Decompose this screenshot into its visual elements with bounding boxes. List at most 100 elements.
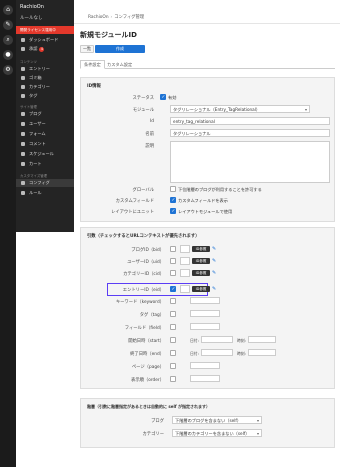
sidebar-item-schedule[interactable]: スケジュール: [16, 150, 74, 158]
start-time-label: 時刻:: [237, 338, 246, 343]
blog-icon: [21, 112, 25, 116]
scope-category-select[interactable]: 下階層のカテゴリーを含まない（self） ▾: [172, 429, 262, 437]
arg-input-page[interactable]: [190, 362, 220, 369]
cart-icon: [21, 162, 25, 166]
arg-label-keyword: キーワード（keyword）: [115, 300, 164, 305]
sidebar-item-rule[interactable]: ルール: [16, 189, 74, 197]
folder-icon: [21, 85, 25, 89]
arg-input-order[interactable]: [190, 375, 220, 382]
layout-checkbox[interactable]: [170, 208, 176, 214]
arg-label-field: フィールド（field）: [124, 326, 164, 331]
sidebar-item-approval[interactable]: 承認 4: [16, 45, 74, 53]
arg-checkbox-tag[interactable]: [170, 311, 176, 317]
home-icon[interactable]: ⌂: [3, 5, 13, 15]
sidebar-item-comment[interactable]: コメント: [16, 140, 74, 148]
arg-checkbox-order[interactable]: [170, 376, 176, 382]
create-button[interactable]: 作成: [95, 45, 145, 53]
breadcrumb-site[interactable]: RachioOn: [88, 15, 109, 20]
arg-checkbox-end[interactable]: [170, 350, 176, 356]
arg-input-field[interactable]: [190, 323, 220, 330]
description-textarea[interactable]: [170, 141, 330, 183]
id-input[interactable]: entry_tag_relational: [170, 117, 330, 125]
tab-custom[interactable]: カスタム設定: [104, 60, 135, 69]
sidebar-item-form[interactable]: フォーム: [16, 130, 74, 138]
arg-checkbox-page[interactable]: [170, 363, 176, 369]
name-input[interactable]: タグリレーショナル: [170, 129, 330, 137]
global-label: グローバル: [132, 188, 154, 193]
id-reference-button[interactable]: ID参照: [192, 258, 210, 264]
arg-label-cid: カテゴリーID（cid）: [123, 272, 164, 277]
arg-input-eid[interactable]: [180, 285, 190, 293]
id-label: Id: [150, 119, 154, 124]
search-icon[interactable]: ⌕: [3, 35, 13, 45]
args-heading: 引数（チェックするとURLコンテキストが優先されます）: [87, 234, 200, 239]
arg-input-bid[interactable]: [180, 245, 190, 253]
id-reference-button[interactable]: ID参照: [192, 286, 210, 292]
breadcrumb-config[interactable]: コンフィグ管理: [114, 15, 144, 20]
form-icon: [21, 132, 25, 136]
sidebar-item-cart[interactable]: カート: [16, 160, 74, 168]
chevron-down-icon: ▾: [304, 107, 307, 112]
site-name[interactable]: RachioOn: [20, 4, 44, 10]
sidebar-group-customize: カスタマイズ管理: [20, 174, 48, 178]
arg-checkbox-start[interactable]: [170, 337, 176, 343]
id-reference-button[interactable]: ID参照: [192, 246, 210, 252]
start-time-input[interactable]: [248, 336, 276, 343]
page-title: 新規モジュールID: [80, 31, 137, 39]
sidebar-group-content: コンテンツ: [20, 60, 37, 64]
arg-checkbox-eid[interactable]: [170, 286, 176, 292]
scope-blog-select[interactable]: 下階層のブログを含まない（self） ▾: [172, 416, 262, 424]
status-label: ステータス: [132, 96, 154, 101]
sidebar-item-category[interactable]: カテゴリー: [16, 83, 74, 91]
rule-selector[interactable]: ルールなし: [20, 15, 43, 21]
icon-rail: ⌂ ✎ ⌕ ● ⚙: [0, 0, 16, 467]
back-to-list-button[interactable]: 一覧: [80, 45, 94, 53]
arg-input-tag[interactable]: [190, 310, 220, 317]
end-date-input[interactable]: [201, 349, 233, 356]
arg-input-cid[interactable]: [180, 269, 190, 277]
status-checkbox[interactable]: [160, 94, 166, 100]
sidebar-item-user[interactable]: ユーザー: [16, 120, 74, 128]
edit-icon[interactable]: ✎: [212, 258, 218, 264]
sidebar-item-entry[interactable]: エントリー: [16, 65, 74, 73]
custom-field-checkbox[interactable]: [170, 197, 176, 203]
tab-conditions[interactable]: 条件設定: [80, 60, 105, 69]
entry-icon: [21, 67, 25, 71]
user-icon[interactable]: ●: [3, 50, 13, 60]
end-time-input[interactable]: [248, 349, 276, 356]
custom-field-label: カスタムフィールド: [115, 199, 154, 204]
tag-icon: [21, 94, 25, 98]
status-value: 有効: [168, 95, 177, 100]
arg-checkbox-keyword[interactable]: [170, 298, 176, 304]
sidebar-item-trash[interactable]: ゴミ箱: [16, 74, 74, 82]
sidebar-item-blog[interactable]: ブログ: [16, 110, 74, 118]
name-label: 名前: [145, 132, 154, 137]
license-warning[interactable]: 開発ライセンス運用中: [16, 26, 74, 34]
start-date-input[interactable]: [201, 336, 233, 343]
arg-label-start: 開始日時（start）: [128, 339, 164, 344]
tab-bar: 条件設定 カスタム設定: [80, 60, 335, 69]
user-icon: [21, 122, 25, 126]
arg-input-uid[interactable]: [180, 257, 190, 265]
arg-input-keyword[interactable]: [190, 297, 220, 304]
pen-icon[interactable]: ✎: [3, 20, 13, 30]
arg-checkbox-cid[interactable]: [170, 270, 176, 276]
edit-icon[interactable]: ✎: [212, 246, 218, 252]
sidebar-item-tag[interactable]: タグ: [16, 92, 74, 100]
edit-icon[interactable]: ✎: [212, 286, 218, 292]
module-select[interactable]: タグリレーショナル（Entry_TagRelational） ▾: [170, 105, 310, 113]
gear-icon[interactable]: ⚙: [3, 65, 13, 75]
sidebar-item-dashboard[interactable]: ダッシュボード: [16, 36, 74, 44]
arg-label-eid: エントリーID（eid）: [122, 288, 164, 293]
global-checkbox[interactable]: [170, 186, 176, 192]
arg-checkbox-uid[interactable]: [170, 258, 176, 264]
arg-label-tag: タグ（tag）: [139, 313, 164, 318]
arg-checkbox-bid[interactable]: [170, 246, 176, 252]
edit-icon[interactable]: ✎: [212, 270, 218, 276]
dashboard-icon: [21, 38, 25, 42]
layout-text: レイアウトモジュールで使用: [178, 209, 233, 214]
sidebar-item-config[interactable]: コンフィグ: [16, 179, 74, 187]
arg-checkbox-field[interactable]: [170, 324, 176, 330]
id-reference-button[interactable]: ID参照: [192, 270, 210, 276]
arg-label-uid: ユーザーID（uid）: [127, 260, 164, 265]
